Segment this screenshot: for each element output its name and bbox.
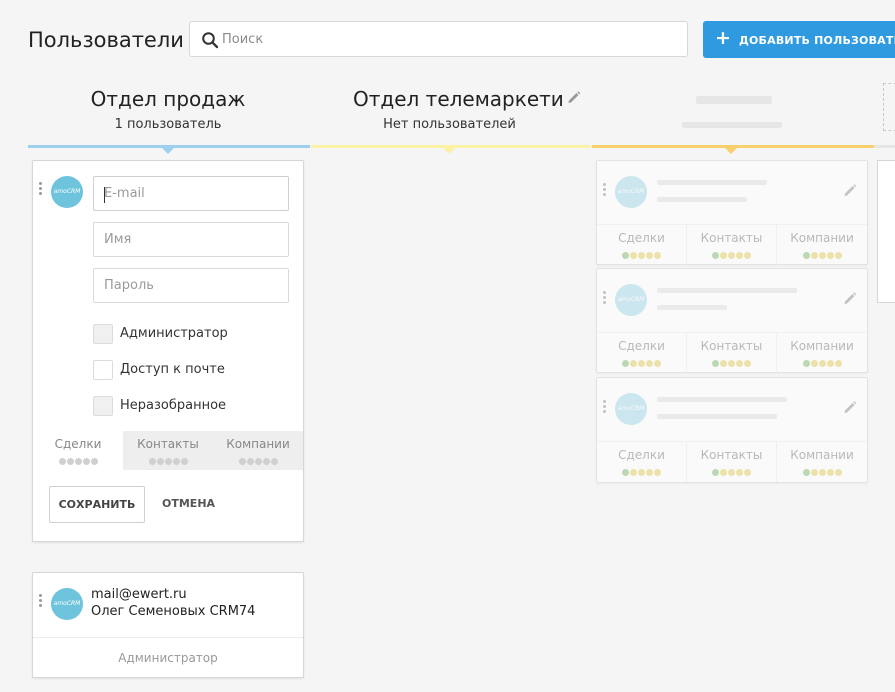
- tab-contacts: Контакты: [687, 225, 777, 265]
- tab-label: Контакты: [137, 437, 199, 451]
- name-input[interactable]: [94, 223, 288, 256]
- name-field[interactable]: [93, 222, 289, 257]
- text-cursor: [104, 187, 105, 203]
- admin-checkbox[interactable]: [93, 324, 113, 344]
- tab-label: Компании: [226, 437, 290, 451]
- admin-checkbox-label: Администратор: [120, 326, 228, 341]
- mail-access-checkbox[interactable]: [93, 360, 113, 380]
- drag-handle-icon: [603, 183, 607, 198]
- placeholder-user-card: amoCRM Сделки Контакты Компании: [596, 160, 868, 265]
- tab-companies: Компании: [777, 225, 867, 265]
- pencil-icon: [844, 292, 857, 304]
- tab-companies: Компании: [777, 333, 867, 373]
- next-column-card: [877, 160, 895, 303]
- tab-deals: Сделки: [597, 442, 687, 482]
- email-input[interactable]: [94, 177, 288, 210]
- column-header-telemarketing: Отдел телемаркетинг Нет пользователей: [312, 87, 562, 132]
- user-name: Олег Семеновых CRM74: [91, 604, 256, 619]
- placeholder-user-card: amoCRM Сделки Контакты Компании: [596, 268, 868, 373]
- password-field[interactable]: [93, 268, 289, 303]
- column-user-count: Нет пользователей: [383, 117, 516, 132]
- search-icon: [202, 32, 219, 49]
- column-name: Отдел телемаркетинг: [353, 87, 562, 111]
- column-name-placeholder: [696, 96, 772, 104]
- add-column-placeholder[interactable]: [883, 83, 895, 131]
- drag-handle-icon: [603, 400, 607, 415]
- avatar: amoCRM: [615, 284, 647, 316]
- drag-handle-icon: [603, 291, 607, 306]
- pencil-icon: [844, 184, 857, 196]
- tab-deals: Сделки: [597, 225, 687, 265]
- access-dots: [148, 454, 188, 468]
- pencil-icon[interactable]: [567, 90, 581, 104]
- placeholder-user-card: amoCRM Сделки Контакты Компании: [596, 377, 868, 483]
- users-page: Пользователи + ДОБАВИТЬ ПОЛЬЗОВАТЕЛЯ Отд…: [0, 0, 895, 692]
- search-input[interactable]: [222, 22, 662, 56]
- mail-access-checkbox-label: Доступ к почте: [120, 362, 225, 377]
- tab-companies: Компании: [777, 442, 867, 482]
- column-count-placeholder: [682, 122, 782, 128]
- new-user-form-card: amoCRM Администратор Доступ к почте Нера…: [32, 160, 304, 542]
- tab-deals[interactable]: Сделки: [33, 431, 123, 470]
- avatar: amoCRM: [51, 176, 83, 208]
- cancel-button[interactable]: ОТМЕНА: [162, 497, 215, 510]
- tab-deals: Сделки: [597, 333, 687, 373]
- user-email: mail@ewert.ru: [91, 587, 187, 602]
- avatar: amoCRM: [615, 176, 647, 208]
- access-dots: [58, 454, 98, 468]
- tab-contacts: Контакты: [687, 442, 777, 482]
- column-header-sales: Отдел продаж 1 пользователь: [28, 87, 308, 132]
- rights-tabs: Сделки Контакты Компании: [33, 431, 303, 470]
- access-dots: [238, 454, 278, 468]
- tab-contacts: Контакты: [687, 333, 777, 373]
- column-user-count: 1 пользователь: [114, 117, 222, 132]
- avatar: amoCRM: [51, 588, 83, 620]
- avatar: amoCRM: [615, 393, 647, 425]
- user-card[interactable]: amoCRM mail@ewert.ru Олег Семеновых CRM7…: [32, 572, 304, 678]
- password-input[interactable]: [94, 269, 288, 302]
- unsorted-checkbox-label: Неразобранное: [120, 398, 227, 413]
- column-arrow-third: [725, 148, 737, 154]
- save-button[interactable]: СОХРАНИТЬ: [49, 486, 145, 523]
- search-box[interactable]: [189, 21, 688, 57]
- drag-handle-icon[interactable]: [39, 594, 43, 609]
- email-field[interactable]: [93, 176, 289, 211]
- pencil-icon: [844, 401, 857, 413]
- column-name: Отдел продаж: [90, 87, 246, 111]
- column-arrow-sales: [162, 148, 174, 154]
- tab-label: Сделки: [54, 437, 102, 451]
- drag-handle-icon[interactable]: [39, 182, 43, 197]
- plus-icon: +: [715, 27, 732, 49]
- tab-companies[interactable]: Компании: [213, 431, 303, 470]
- add-user-button-label: ДОБАВИТЬ ПОЛЬЗОВАТЕЛЯ: [739, 34, 895, 47]
- column-arrow-telemarketing: [443, 148, 455, 154]
- unsorted-checkbox[interactable]: [93, 396, 113, 416]
- page-title: Пользователи: [28, 28, 184, 52]
- user-role: Администратор: [33, 637, 303, 677]
- add-user-button[interactable]: + ДОБАВИТЬ ПОЛЬЗОВАТЕЛЯ: [703, 21, 895, 58]
- column-divider-fourth: [874, 145, 895, 148]
- tab-contacts[interactable]: Контакты: [123, 431, 213, 470]
